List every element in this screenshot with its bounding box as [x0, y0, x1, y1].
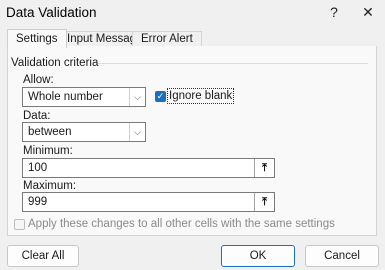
maximum-input[interactable]: 999 ⤒ [22, 192, 275, 212]
data-label: Data: [23, 110, 51, 122]
minimum-input[interactable]: 100 ⤒ [22, 158, 275, 178]
chevron-down-icon: ⌵ [129, 123, 145, 141]
cancel-button[interactable]: Cancel [305, 245, 379, 267]
checkmark-icon: ✓ [156, 91, 165, 101]
data-select-value: between [28, 126, 72, 138]
ignore-blank-checkbox[interactable]: ✓ [155, 91, 166, 102]
allow-select[interactable]: Whole number ⌵ [22, 87, 146, 107]
section-title: Validation criteria [11, 57, 99, 69]
close-icon: ✕ [362, 3, 374, 20]
dialog-title: Data Validation [6, 5, 97, 20]
tab-error-alert[interactable]: Error Alert [132, 31, 202, 47]
close-button[interactable]: ✕ [353, 0, 383, 24]
minimum-label: Minimum: [23, 145, 73, 157]
collapse-dialog-icon[interactable]: ⤒ [254, 193, 274, 211]
help-button[interactable]: ? [319, 0, 349, 24]
allow-select-value: Whole number [28, 91, 103, 103]
section-rule [98, 63, 368, 64]
apply-all-label: Apply these changes to all other cells w… [28, 218, 335, 230]
clear-all-button[interactable]: Clear All [7, 245, 79, 267]
maximum-label: Maximum: [23, 180, 77, 192]
chevron-down-icon: ⌵ [129, 88, 145, 106]
minimum-input-value: 100 [28, 162, 48, 174]
tab-settings[interactable]: Settings [7, 29, 67, 48]
allow-label: Allow: [23, 74, 54, 86]
maximum-input-value: 999 [28, 196, 48, 208]
data-select[interactable]: between ⌵ [22, 122, 146, 142]
collapse-dialog-icon[interactable]: ⤒ [254, 159, 274, 177]
ok-button[interactable]: OK [221, 245, 295, 267]
ignore-blank-label[interactable]: Ignore blank [167, 88, 235, 104]
apply-all-checkbox[interactable] [14, 219, 25, 230]
